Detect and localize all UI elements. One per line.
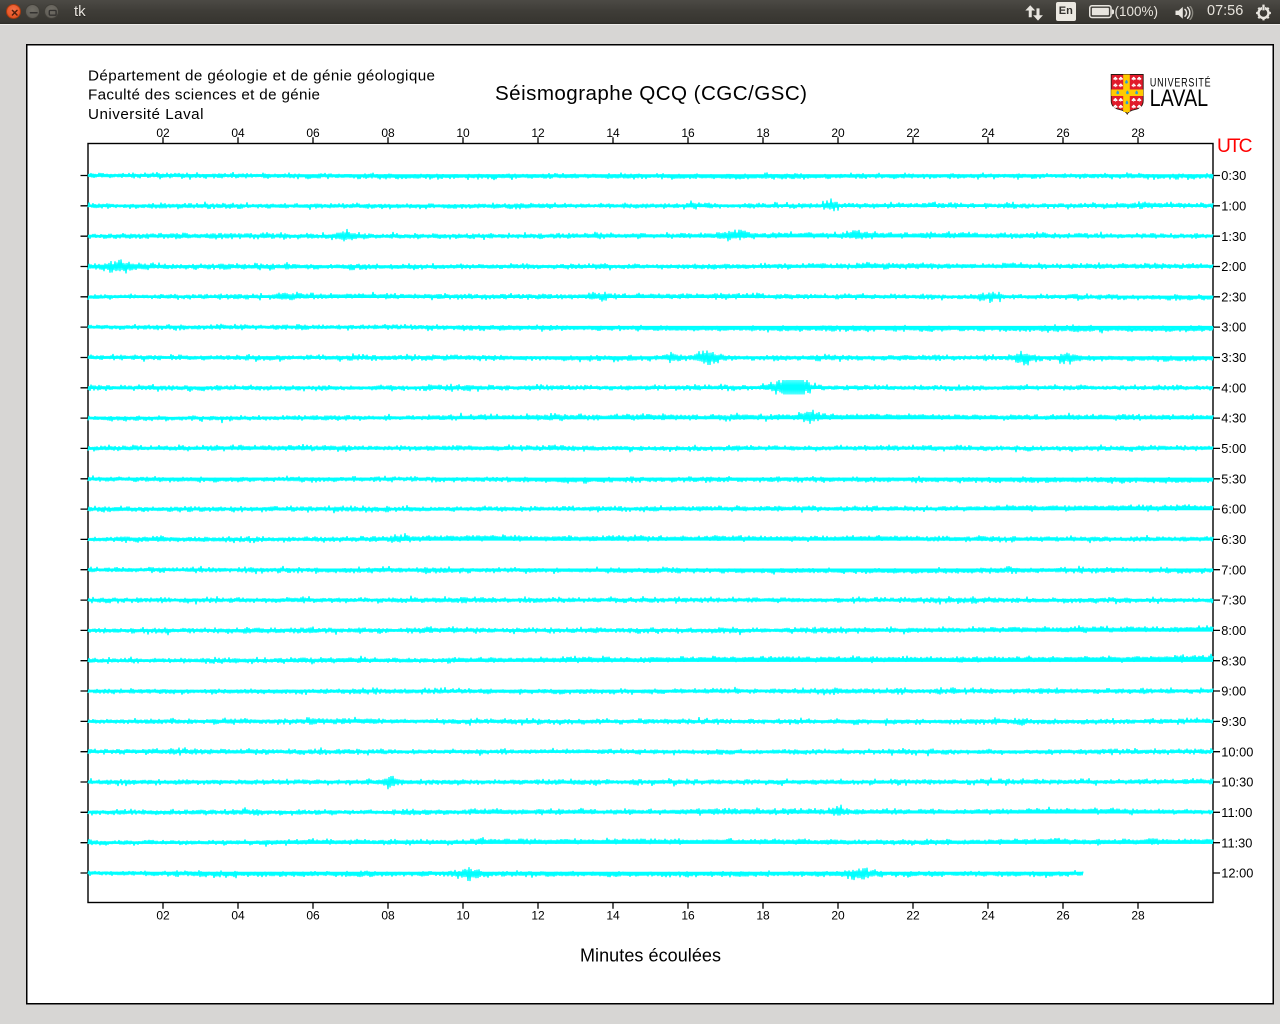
svg-text:18: 18 xyxy=(756,126,770,140)
svg-text:2:00: 2:00 xyxy=(1221,259,1246,274)
svg-text:1:00: 1:00 xyxy=(1221,198,1246,213)
svg-text:14: 14 xyxy=(606,126,620,140)
svg-text:3:00: 3:00 xyxy=(1221,320,1246,335)
svg-text:12:00: 12:00 xyxy=(1221,866,1253,881)
svg-text:20: 20 xyxy=(831,909,845,923)
svg-text:9:00: 9:00 xyxy=(1221,684,1246,699)
svg-text:28: 28 xyxy=(1131,909,1145,923)
svg-text:14: 14 xyxy=(606,909,620,923)
svg-text:9:30: 9:30 xyxy=(1221,714,1246,729)
svg-text:6:00: 6:00 xyxy=(1221,502,1246,517)
svg-text:10: 10 xyxy=(456,126,470,140)
svg-text:08: 08 xyxy=(381,126,395,140)
svg-text:11:30: 11:30 xyxy=(1221,835,1252,850)
svg-text:3:30: 3:30 xyxy=(1221,350,1246,365)
svg-text:4:30: 4:30 xyxy=(1221,411,1246,426)
svg-text:26: 26 xyxy=(1056,126,1070,140)
svg-text:8:30: 8:30 xyxy=(1221,653,1246,668)
svg-text:24: 24 xyxy=(981,126,995,140)
svg-text:16: 16 xyxy=(681,126,695,140)
svg-text:UTC: UTC xyxy=(1217,136,1253,157)
svg-text:2:30: 2:30 xyxy=(1221,289,1246,304)
svg-text:10:30: 10:30 xyxy=(1221,775,1253,790)
svg-text:7:30: 7:30 xyxy=(1221,593,1246,608)
svg-text:08: 08 xyxy=(381,909,395,923)
svg-text:24: 24 xyxy=(981,909,995,923)
svg-text:10:00: 10:00 xyxy=(1221,744,1253,759)
svg-text:LAVAL: LAVAL xyxy=(1150,85,1209,112)
svg-text:Université Laval: Université Laval xyxy=(88,106,204,123)
svg-text:20: 20 xyxy=(831,126,845,140)
svg-text:8:00: 8:00 xyxy=(1221,623,1246,638)
svg-text:7:00: 7:00 xyxy=(1221,562,1246,577)
svg-text:02: 02 xyxy=(156,909,170,923)
svg-text:16: 16 xyxy=(681,909,695,923)
svg-text:22: 22 xyxy=(906,909,920,923)
svg-text:6:30: 6:30 xyxy=(1221,532,1246,547)
svg-text:Département de géologie et de: Département de géologie et de génie géol… xyxy=(88,68,435,85)
svg-text:26: 26 xyxy=(1056,909,1070,923)
svg-text:06: 06 xyxy=(306,909,320,923)
svg-text:06: 06 xyxy=(306,126,320,140)
svg-text:10: 10 xyxy=(456,909,470,923)
svg-text:Faculté des sciences et de gén: Faculté des sciences et de génie xyxy=(88,87,320,104)
svg-text:5:00: 5:00 xyxy=(1221,441,1246,456)
svg-text:04: 04 xyxy=(231,909,245,923)
svg-text:02: 02 xyxy=(156,126,170,140)
svg-text:1:30: 1:30 xyxy=(1221,229,1246,244)
svg-text:12: 12 xyxy=(531,909,545,923)
svg-text:18: 18 xyxy=(756,909,770,923)
svg-text:28: 28 xyxy=(1131,126,1145,140)
svg-text:22: 22 xyxy=(906,126,920,140)
svg-text:5:30: 5:30 xyxy=(1221,471,1246,486)
svg-text:11:00: 11:00 xyxy=(1221,805,1252,820)
svg-text:0:30: 0:30 xyxy=(1221,168,1246,183)
svg-text:04: 04 xyxy=(231,126,245,140)
svg-text:12: 12 xyxy=(531,126,545,140)
svg-text:4:00: 4:00 xyxy=(1221,380,1246,395)
svg-text:Séismographe QCQ (CGC/GSC): Séismographe QCQ (CGC/GSC) xyxy=(495,82,807,105)
svg-text:Minutes écoulées: Minutes écoulées xyxy=(580,945,721,965)
